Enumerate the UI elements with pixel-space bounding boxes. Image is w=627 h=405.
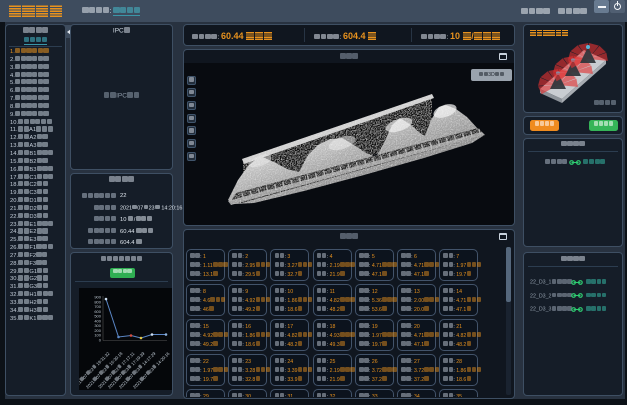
svg-text:0: 0 <box>99 338 102 343</box>
